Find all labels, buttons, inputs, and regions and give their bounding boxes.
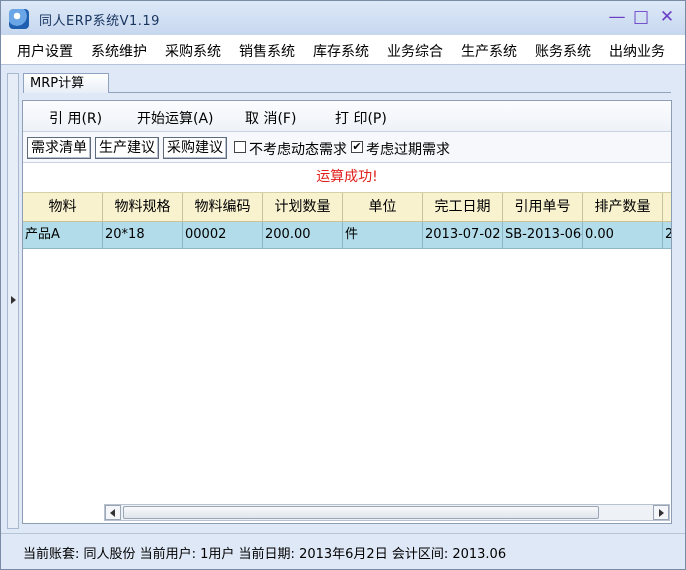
header-overflow[interactable] xyxy=(663,193,671,221)
production-suggest-button[interactable]: 生产建议 xyxy=(95,137,159,159)
header-plan-qty[interactable]: 计划数量 xyxy=(263,193,343,221)
consider-overdue-checkbox[interactable]: ✔ xyxy=(351,141,363,153)
header-unit[interactable]: 单位 xyxy=(343,193,423,221)
menu-purchase[interactable]: 采购系统 xyxy=(165,41,221,61)
app-logo-icon xyxy=(9,9,29,29)
print-button[interactable]: 打 印(P) xyxy=(335,108,387,128)
start-calc-button[interactable]: 开始运算(A) xyxy=(137,108,214,128)
header-finish-date[interactable]: 完工日期 xyxy=(423,193,503,221)
app-window: 同人ERP系统V1.19 — □ ✕ 用户设置 系统维护 采购系统 销售系统 库… xyxy=(0,0,686,570)
cell-overflow[interactable]: 2 xyxy=(663,222,671,248)
title-bar: 同人ERP系统V1.19 — □ ✕ xyxy=(1,1,685,35)
cell-material[interactable]: 产品A xyxy=(23,222,103,248)
status-bar: 当前账套: 同人股份 当前用户: 1用户 当前日期: 2013年6月2日 会计区… xyxy=(1,533,685,569)
scroll-thumb[interactable] xyxy=(123,506,599,519)
cell-ref-no[interactable]: SB-2013-06- xyxy=(503,222,583,248)
expand-arrow-icon xyxy=(11,296,16,304)
cancel-button[interactable]: 取 消(F) xyxy=(245,108,296,128)
close-icon[interactable]: ✕ xyxy=(657,7,677,27)
cell-plan-qty[interactable]: 200.00 xyxy=(263,222,343,248)
arrow-right-icon xyxy=(659,509,664,517)
menu-business-summary[interactable]: 业务综合 xyxy=(387,41,443,61)
cell-unit[interactable]: 件 xyxy=(343,222,423,248)
ignore-dynamic-label: 不考虑动态需求 xyxy=(249,142,347,158)
table-row[interactable]: 产品A 20*18 00002 200.00 件 2013-07-02 SB-2… xyxy=(23,222,671,249)
header-code[interactable]: 物料编码 xyxy=(183,193,263,221)
toolbar: 引 用(R) 开始运算(A) 取 消(F) 打 印(P) xyxy=(23,101,671,132)
header-sched-qty[interactable]: 排产数量 xyxy=(583,193,663,221)
header-ref-no[interactable]: 引用单号 xyxy=(503,193,583,221)
cell-finish-date[interactable]: 2013-07-02 xyxy=(423,222,503,248)
maximize-icon[interactable]: □ xyxy=(631,7,651,27)
header-spec[interactable]: 物料规格 xyxy=(103,193,183,221)
arrow-left-icon xyxy=(110,509,115,517)
menu-user-settings[interactable]: 用户设置 xyxy=(17,41,73,61)
side-panel-toggle[interactable] xyxy=(7,73,19,529)
menu-inventory[interactable]: 库存系统 xyxy=(313,41,369,61)
header-material[interactable]: 物料 xyxy=(23,193,103,221)
menu-sales[interactable]: 销售系统 xyxy=(239,41,295,61)
menu-system-maintenance[interactable]: 系统维护 xyxy=(91,41,147,61)
quote-button[interactable]: 引 用(R) xyxy=(49,108,102,128)
tab-mrp[interactable]: MRP计算 xyxy=(23,73,109,93)
cell-sched-qty[interactable]: 0.00 xyxy=(583,222,663,248)
grid-header: 物料 物料规格 物料编码 计划数量 单位 完工日期 引用单号 排产数量 xyxy=(23,192,671,222)
menu-cashier[interactable]: 出纳业务 xyxy=(609,41,665,61)
calc-status-message: 运算成功! xyxy=(316,169,378,185)
cell-code[interactable]: 00002 xyxy=(183,222,263,248)
minimize-icon[interactable]: — xyxy=(607,7,627,27)
window-title: 同人ERP系统V1.19 xyxy=(39,14,160,29)
scroll-right-button[interactable] xyxy=(653,505,669,520)
menu-production[interactable]: 生产系统 xyxy=(461,41,517,61)
demand-list-button[interactable]: 需求清单 xyxy=(27,137,91,159)
menu-bar: 用户设置 系统维护 采购系统 销售系统 库存系统 业务综合 生产系统 账务系统 … xyxy=(1,35,685,65)
options-bar: 需求清单 生产建议 采购建议 不考虑动态需求 ✔ 考虑过期需求 xyxy=(23,132,671,163)
tab-divider xyxy=(109,92,671,93)
ignore-dynamic-checkbox[interactable] xyxy=(234,141,246,153)
status-bar-text: 当前账套: 同人股份 当前用户: 1用户 当前日期: 2013年6月2日 会计区… xyxy=(23,547,507,562)
menu-accounting[interactable]: 账务系统 xyxy=(535,41,591,61)
scroll-left-button[interactable] xyxy=(105,505,121,520)
mrp-panel: 引 用(R) 开始运算(A) 取 消(F) 打 印(P) 需求清单 生产建议 采… xyxy=(22,100,672,524)
cell-spec[interactable]: 20*18 xyxy=(103,222,183,248)
consider-overdue-label: 考虑过期需求 xyxy=(366,142,450,158)
purchase-suggest-button[interactable]: 采购建议 xyxy=(163,137,227,159)
horizontal-scrollbar[interactable] xyxy=(104,504,670,521)
